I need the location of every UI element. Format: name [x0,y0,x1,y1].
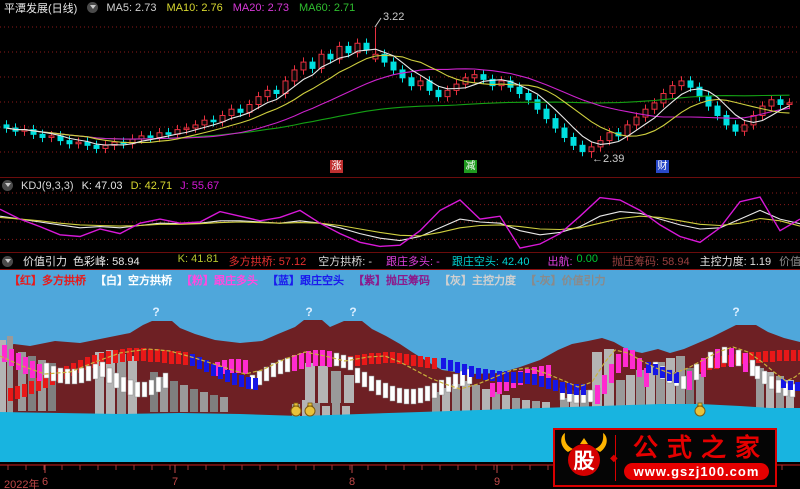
question-mark: ? [305,305,312,319]
kdj-value-1: D: 42.71 [130,179,173,192]
brand-name: 公式之家 [632,434,769,462]
ma-label-0: MA5: 2.73 [106,1,157,14]
website-url: www.gszj100.com [623,462,770,480]
svg-text:←2.39: ←2.39 [592,153,624,165]
custom-field-7: 出航: [547,256,573,268]
kline-chart[interactable]: 3.22←2.39 [0,0,800,178]
axis-month-6: 6 [42,476,49,488]
kdj-title: KDJ(9,3,3) [21,179,74,192]
axis-month-7: 7 [172,476,179,488]
legend-item-6: 【-灰】价值引力 [525,275,606,287]
custom-field-9: 抛压筹码: 58.94 [611,256,690,268]
custom-field-10: 主控力度: 1.19 [699,256,772,268]
kdj-value-0: K: 47.03 [81,179,123,192]
marker-badge-1: 减 [464,160,477,173]
kdj-value-2: J: 55.67 [180,179,220,192]
custom-field-4: 空方拱桥: - [318,256,373,268]
custom-indicator-values: 价值引力 色彩峰: 58.94 K: 41.81 多方拱桥: 57.12 空方拱桥: -… [19,253,800,269]
legend-item-1: 【白】空方拱桥 [95,275,172,287]
kdj-values: K: 47.03 D: 42.71 J: 55.67 [82,180,228,192]
marker-badge-0: 涨 [330,160,343,173]
custom-field-5: 跟庄多头: - [386,256,440,268]
kline-header: 平潭发展(日线) MA5: 2.73 MA10: 2.76 MA20: 2.73 MA… [0,0,800,15]
legend-item-3: 【蓝】跟庄空头 [267,275,344,287]
trading-app-window: 3.22 ←2.39 平潭发展(日线) MA5: 2.73 MA10: 2.76 MA… [0,0,800,489]
axis-month-8: 8 [349,476,356,488]
kline-panel: 3.22 ←2.39 平潭发展(日线) MA5: 2.73 MA10: 2.76 MA… [0,0,800,178]
ma-label-1: MA10: 2.76 [166,1,223,14]
question-mark: ? [732,305,739,319]
indicator-legend: 【红】多方拱桥 【白】空方拱桥 【粉】跟庄多头 【蓝】跟庄空头 【紫】抛压筹码 【灰】主控… [0,272,800,288]
ma-label-2: MA20: 2.73 [232,1,289,14]
collapse-icon[interactable] [2,255,13,267]
stock-title: 平潭发展(日线) [4,2,78,15]
gu-character: 股 [574,450,595,473]
custom-field-11: 价值引力: - [779,256,800,268]
bull-stock-icon: 股 [555,430,613,485]
custom-field-0: 价值引力 [23,256,67,268]
custom-field-1: 色彩峰: 58.94 [73,256,140,268]
custom-indicator-header: 价值引力 色彩峰: 58.94 K: 41.81 多方拱桥: 57.12 空方拱桥: -… [0,253,800,270]
custom-field-8: 0.00 [576,253,598,265]
gszj-watermark-logo: 股 ◆ 公式之家 www.gszj100.com [553,428,777,487]
legend-item-0: 【红】多方拱桥 [9,275,86,287]
question-mark: ? [152,305,159,319]
kdj-panel: KDJ(9,3,3) K: 47.03 D: 42.71 J: 55.67 [0,178,800,253]
custom-field-2: K: 41.81 [177,253,219,265]
custom-field-6: 跟庄空头: 42.40 [451,256,530,268]
question-mark: ? [349,305,356,319]
ma-label-3: MA60: 2.71 [299,1,356,14]
diamond-icon: ◆ [610,452,618,464]
axis-month-9: 9 [494,476,501,488]
axis-year-label: 2022年 [4,479,40,489]
logo-divider: ◆ [610,434,618,481]
legend-item-5: 【灰】主控力度 [439,275,516,287]
collapse-icon[interactable] [87,2,99,13]
ma-labels: MA5: 2.73 MA10: 2.76 MA20: 2.73 MA60: 2.71 [106,2,365,14]
marker-badge-2: 财 [656,160,669,173]
collapse-icon[interactable] [2,180,13,191]
legend-item-4: 【紫】抛压筹码 [353,275,430,287]
custom-field-3: 多方拱桥: 57.12 [228,256,307,268]
legend-item-2: 【粉】跟庄多头 [181,275,258,287]
kdj-header: KDJ(9,3,3) K: 47.03 D: 42.71 J: 55.67 [0,178,800,193]
